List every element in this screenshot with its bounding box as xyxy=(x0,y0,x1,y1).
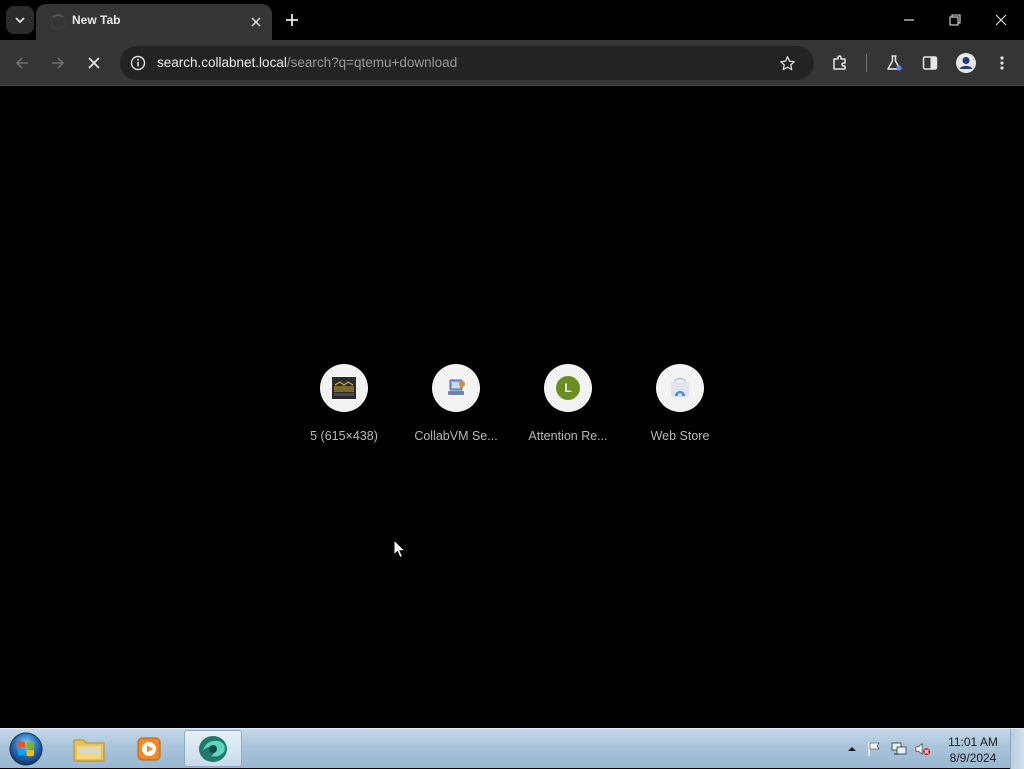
show-hidden-icons-button[interactable] xyxy=(844,741,860,757)
more-vertical-icon xyxy=(1000,56,1004,70)
shortcut-label: 5 (615×438) xyxy=(310,429,378,443)
forward-button[interactable] xyxy=(44,49,72,77)
tab-title: New Tab xyxy=(72,13,121,27)
taskbar-media-player[interactable] xyxy=(120,730,178,767)
new-tab-page: 5 (615×438) CollabVM Se... L Attention R… xyxy=(0,87,1024,728)
loading-spinner-icon xyxy=(50,14,66,30)
shortcut-tile-2[interactable]: CollabVM Se... xyxy=(400,364,512,454)
site-info-icon[interactable] xyxy=(128,53,148,73)
show-desktop-button[interactable] xyxy=(1010,729,1024,769)
arrow-right-icon xyxy=(52,57,65,69)
chevron-up-icon xyxy=(848,747,856,751)
restore-button[interactable] xyxy=(932,0,978,40)
extensions-button[interactable] xyxy=(826,49,854,77)
shortcut-label: Web Store xyxy=(650,429,710,443)
bookmark-star-button[interactable] xyxy=(776,52,798,74)
clock-time: 11:01 AM xyxy=(948,735,998,749)
folder-icon xyxy=(73,739,105,761)
system-clock[interactable]: 11:01 AM 8/9/2024 xyxy=(940,734,1006,766)
tab-new-tab[interactable]: New Tab xyxy=(36,4,272,40)
letter-l-avatar-icon: L xyxy=(544,364,592,412)
close-window-button[interactable] xyxy=(978,0,1024,40)
side-panel-button[interactable] xyxy=(916,49,944,77)
url-text[interactable]: search.collabnet.local/search?q=qtemu+do… xyxy=(157,55,457,70)
profile-button[interactable] xyxy=(952,49,980,77)
plus-icon xyxy=(286,14,298,26)
star-icon xyxy=(779,55,795,70)
puzzle-icon xyxy=(833,55,846,70)
toolbar-divider xyxy=(866,54,867,72)
back-button[interactable] xyxy=(8,49,36,77)
close-icon xyxy=(251,17,261,27)
windows-logo-icon xyxy=(9,732,43,766)
action-center-icon[interactable] xyxy=(866,741,882,757)
close-icon xyxy=(995,14,1007,26)
image-thumbnail-icon xyxy=(320,364,368,412)
shortcut-label: CollabVM Se... xyxy=(414,429,498,443)
close-icon xyxy=(88,57,100,69)
tab-close-button[interactable] xyxy=(246,12,266,32)
url-path: /search?q=qtemu+download xyxy=(286,55,458,70)
side-panel-icon xyxy=(922,56,938,70)
address-bar[interactable]: search.collabnet.local/search?q=qtemu+do… xyxy=(120,46,814,80)
shortcut-label: Attention Re... xyxy=(528,429,608,443)
clock-date: 8/9/2024 xyxy=(949,751,997,765)
minimize-button[interactable] xyxy=(886,0,932,40)
restore-icon xyxy=(949,14,961,26)
new-tab-button[interactable] xyxy=(280,8,304,32)
shortcut-tile-1[interactable]: 5 (615×438) xyxy=(288,364,400,454)
browser-toolbar: search.collabnet.local/search?q=qtemu+do… xyxy=(0,40,1024,86)
minimize-icon xyxy=(904,19,914,21)
taskbar-browser[interactable] xyxy=(184,730,242,767)
web-store-icon xyxy=(656,364,704,412)
collabvm-icon xyxy=(432,364,480,412)
volume-muted-icon[interactable] xyxy=(915,741,931,757)
menu-button[interactable] xyxy=(988,49,1016,77)
avatar-icon xyxy=(956,53,976,73)
mouse-cursor-icon xyxy=(393,539,407,559)
stop-loading-button[interactable] xyxy=(80,49,108,77)
tab-strip: New Tab xyxy=(0,0,1024,40)
browser-icon xyxy=(199,735,227,762)
network-icon[interactable] xyxy=(891,741,907,757)
chevron-down-icon xyxy=(15,17,25,24)
windows-taskbar: 11:01 AM 8/9/2024 xyxy=(0,728,1024,769)
arrow-left-icon xyxy=(15,57,28,69)
labs-button[interactable] xyxy=(880,49,908,77)
url-host: search.collabnet.local xyxy=(157,55,287,70)
shortcut-tile-4[interactable]: Web Store xyxy=(624,364,736,454)
letter-avatar: L xyxy=(556,376,580,400)
tab-search-button[interactable] xyxy=(6,6,34,34)
shortcut-tile-3[interactable]: L Attention Re... xyxy=(512,364,624,454)
taskbar-explorer[interactable] xyxy=(60,730,118,767)
flag-icon xyxy=(868,742,880,756)
start-button[interactable] xyxy=(6,730,46,768)
media-player-icon xyxy=(137,737,161,760)
flask-icon xyxy=(887,55,902,71)
